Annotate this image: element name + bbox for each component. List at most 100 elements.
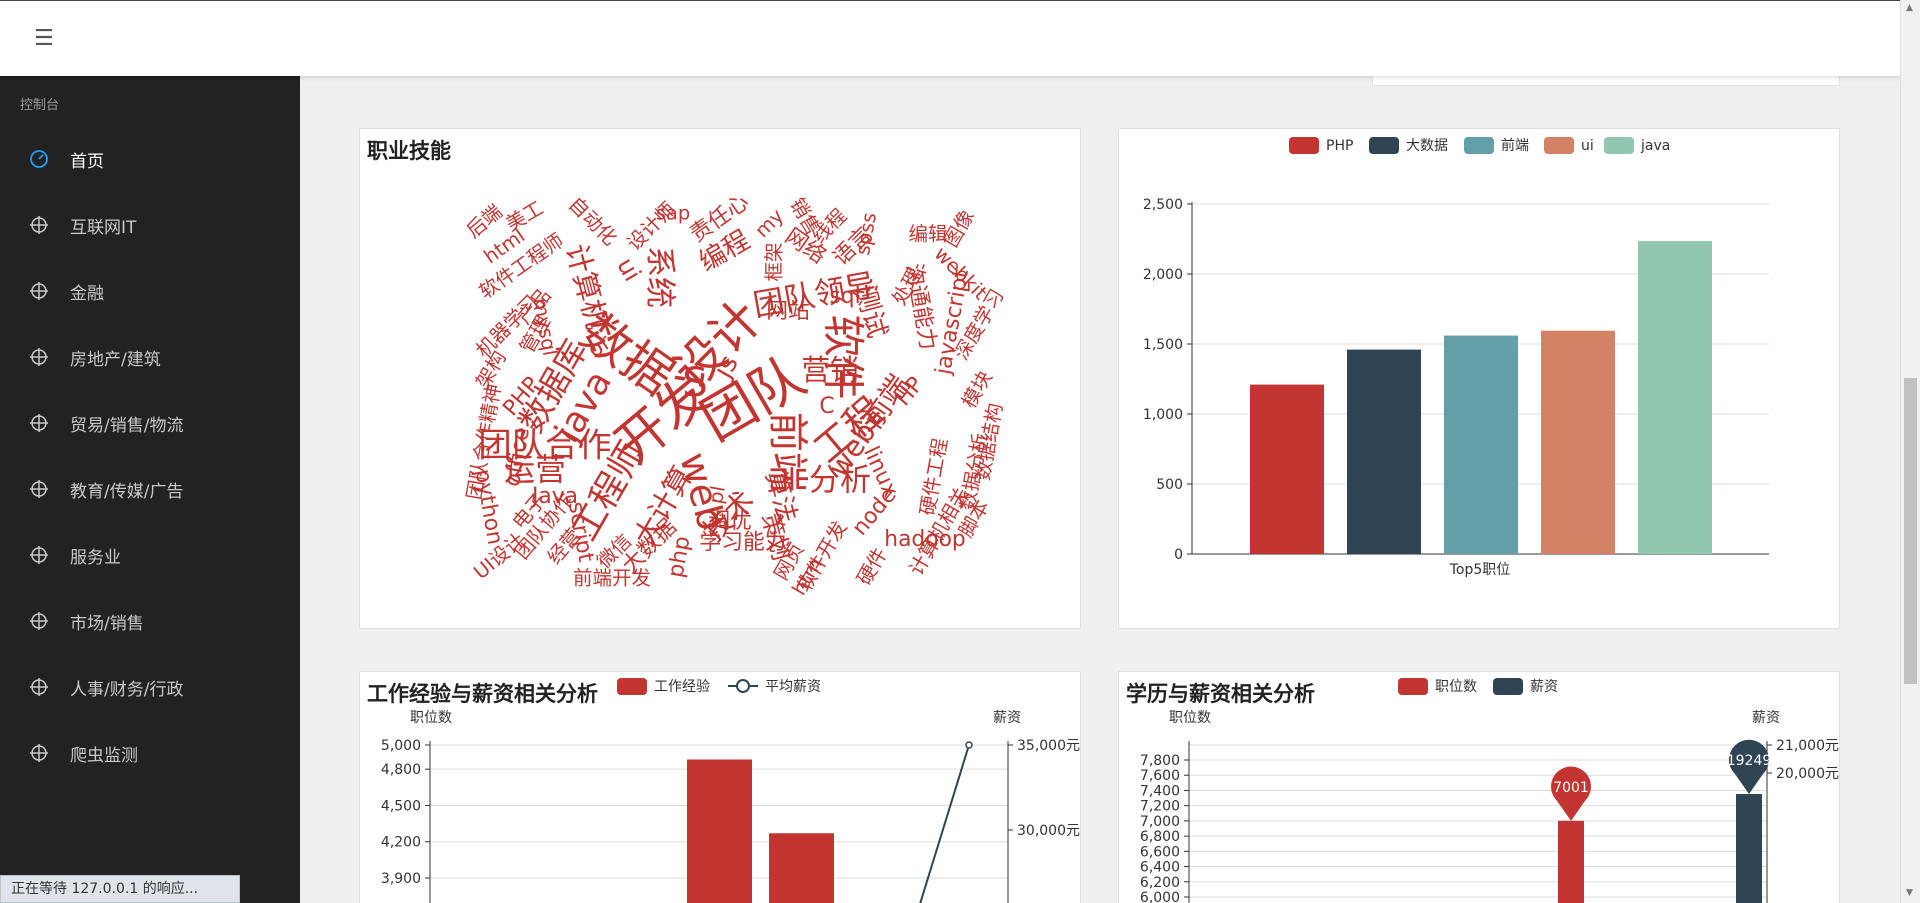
sidebar-item-5[interactable]: 教育/传媒/广告	[0, 456, 300, 522]
hamburger-icon[interactable]: ☰	[34, 27, 54, 51]
y-tick-label-right: 21,000元	[1776, 738, 1839, 754]
y-axis-label-right: 薪资	[1752, 710, 1780, 726]
sidebar-item-label: 金融	[70, 283, 104, 304]
sidebar-item-label: 爬虫监测	[70, 745, 138, 766]
y-tick-label-left: 7,800	[1140, 753, 1180, 769]
bar-job-count[interactable]	[1558, 820, 1584, 903]
legend-item-avg-salary[interactable]: 平均薪资	[728, 679, 821, 695]
sidebar-item-label: 互联网IT	[70, 217, 137, 238]
bar-PHP[interactable]	[1250, 384, 1324, 554]
scroll-down-arrow-icon[interactable]: ▼	[1906, 888, 1913, 898]
y-tick-label-left: 6,400	[1140, 860, 1180, 876]
top-header: ☰	[0, 0, 1900, 76]
sidebar-item-label: 首页	[70, 151, 104, 172]
sidebar-item-0[interactable]: 首页	[0, 126, 300, 192]
sidebar-section-label: 控制台	[20, 98, 60, 113]
legend-item-PHP[interactable]: PHP	[1289, 137, 1353, 154]
wordcloud-word: sap	[656, 202, 691, 225]
bar-salary[interactable]	[1736, 794, 1762, 903]
sidebar-nav: 首页互联网IT 金融房地产/建筑贸易/销售/物流 教育/传媒/广告服务业 市场/销售人…	[0, 126, 300, 786]
crosshair-icon	[28, 346, 50, 368]
legend-swatch	[1604, 137, 1634, 154]
y-tick-label: 2,500	[1143, 197, 1183, 213]
wordcloud-word: 数据结构	[971, 401, 1007, 482]
legend-swatch	[1493, 678, 1523, 695]
wordcloud-word: pl	[704, 484, 730, 506]
wordcloud-word: sql	[829, 284, 860, 309]
y-tick-label-left: 4,800	[381, 762, 421, 778]
legend-swatch	[1544, 137, 1574, 154]
wordcloud-word: 编辑	[908, 223, 947, 246]
marker-pin[interactable]: 7001	[1551, 766, 1591, 821]
legend-item-前端[interactable]: 前端	[1464, 137, 1529, 154]
sidebar-item-7[interactable]: 市场/销售	[0, 588, 300, 654]
wordcloud-word: ui	[611, 253, 646, 286]
wordcloud-word: C	[819, 394, 834, 419]
marker-pin-label: 7001	[1553, 780, 1589, 796]
page-scrollbar[interactable]: ▲ ▼	[1900, 0, 1920, 903]
sidebar-item-3[interactable]: 房地产/建筑	[0, 324, 300, 390]
marker-pin-label: 19249	[1727, 753, 1772, 769]
sidebar-item-1[interactable]: 互联网IT	[0, 192, 300, 258]
sidebar-item-label: 教育/传媒/广告	[70, 481, 184, 502]
y-axis-label-right: 薪资	[993, 710, 1021, 726]
bar-前端[interactable]	[1444, 335, 1518, 554]
sidebar-item-label: 贸易/销售/物流	[70, 415, 184, 436]
line-point[interactable]	[965, 741, 973, 749]
bar-ui[interactable]	[1541, 330, 1615, 554]
y-tick-label-left: 3,900	[381, 871, 421, 887]
wordcloud-word: 营销	[801, 353, 858, 387]
legend-swatch	[1369, 137, 1399, 154]
legend-item-大数据[interactable]: 大数据	[1369, 137, 1448, 154]
legend-item-java[interactable]: java	[1604, 137, 1670, 154]
sidebar-item-label: 房地产/建筑	[70, 349, 161, 370]
top5-bar-chart: PHP 大数据 前端 ui java 0 500 1,000 1,500 2,000 2,500 To…	[1143, 137, 1769, 578]
legend-item-ui[interactable]: ui	[1544, 137, 1594, 154]
education-salary-panel: 学历与薪资相关分析 职位数 薪资 职位数 薪资 6,000 6,200 6,400 6,600…	[1118, 671, 1840, 903]
education-chart: 职位数 薪资职位数 薪资6,0006,2006,4006,6006,8007,000…	[1140, 678, 1839, 903]
y-tick-label-left: 4,500	[381, 798, 421, 814]
y-tick-label-left: 6,000	[1140, 890, 1180, 903]
y-tick-label-left: 7,200	[1140, 799, 1180, 815]
sidebar-item-6[interactable]: 服务业	[0, 522, 300, 588]
bar-java[interactable]	[1638, 241, 1712, 554]
y-tick-label-right: 35,000元	[1017, 738, 1080, 754]
legend-item-experience[interactable]: 工作经验	[617, 678, 710, 695]
legend-swatch	[1289, 137, 1319, 154]
legend-swatch	[617, 678, 647, 695]
legend-item-salary[interactable]: 薪资	[1493, 678, 1558, 695]
x-axis-label: Top5职位	[1449, 562, 1511, 578]
y-axis-label-left: 职位数	[1169, 710, 1211, 726]
y-tick-label-left: 7,000	[1140, 814, 1180, 830]
scroll-thumb[interactable]	[1904, 378, 1917, 684]
crosshair-icon	[28, 214, 50, 236]
wordcloud-word: 调优	[708, 509, 752, 534]
wordcloud-word: 计算机	[559, 241, 614, 333]
y-axis-label-left: 职位数	[410, 710, 452, 726]
sidebar-item-2[interactable]: 金融	[0, 258, 300, 324]
crosshair-icon	[28, 478, 50, 500]
sidebar-item-9[interactable]: 爬虫监测	[0, 720, 300, 786]
wordcloud-word: spss	[851, 211, 881, 257]
y-tick-label-left: 6,600	[1140, 844, 1180, 860]
bar-experience[interactable]	[769, 833, 834, 903]
crosshair-icon	[28, 676, 50, 698]
sidebar-item-4[interactable]: 贸易/销售/物流	[0, 390, 300, 456]
legend-swatch	[1398, 678, 1428, 695]
legend-label: PHP	[1326, 138, 1353, 154]
y-tick-label-left: 4,200	[381, 835, 421, 851]
scroll-up-arrow-icon[interactable]: ▲	[1906, 3, 1913, 13]
bar-大数据[interactable]	[1347, 349, 1421, 554]
bar-experience[interactable]	[687, 759, 752, 903]
top5-bar-panel: PHP 大数据 前端 ui java 0 500 1,000 1,500 2,000 2,500 To…	[1118, 128, 1840, 629]
experience-chart: 工作经验 平均薪资职位数 薪资 3,900 4,200 4,500 4,800 5,000 30…	[381, 678, 1080, 903]
legend-label: 平均薪资	[765, 679, 821, 695]
wordcloud-word: S	[682, 360, 708, 406]
sidebar-item-label: 人事/财务/行政	[70, 679, 184, 700]
y-tick-label: 0	[1174, 547, 1183, 563]
legend-item-job-count[interactable]: 职位数	[1398, 678, 1477, 695]
sidebar-item-8[interactable]: 人事/财务/行政	[0, 654, 300, 720]
y-tick-label: 500	[1156, 477, 1183, 493]
legend-label: 职位数	[1435, 679, 1477, 695]
marker-pin[interactable]: 19249	[1727, 739, 1772, 795]
